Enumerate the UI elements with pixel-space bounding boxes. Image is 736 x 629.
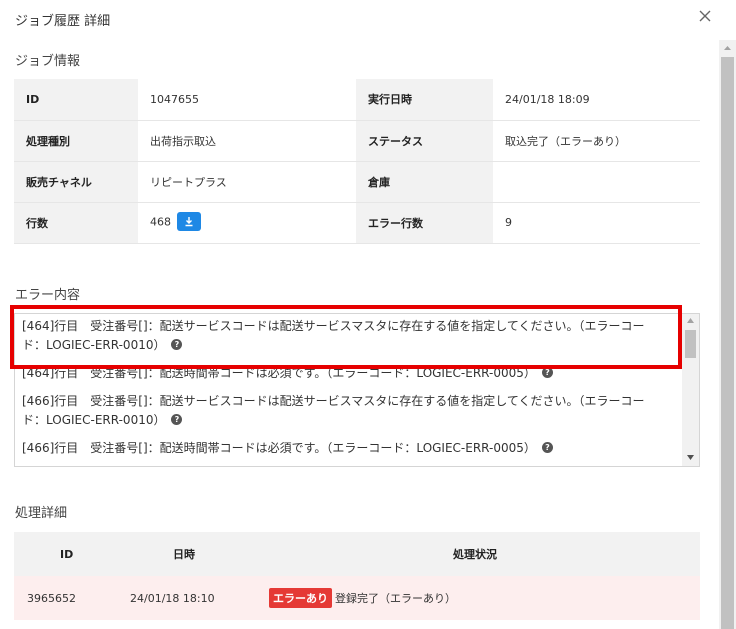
download-icon bbox=[185, 217, 193, 227]
scroll-thumb[interactable] bbox=[685, 330, 696, 358]
info-value: 取込完了（エラーあり） bbox=[493, 120, 700, 162]
info-value: 9 bbox=[493, 202, 700, 244]
help-icon[interactable]: ? bbox=[541, 442, 553, 453]
process-detail-table: ID 日時 処理状況 3965652 24/01/18 18:10 エラーあり登… bbox=[14, 532, 700, 620]
table-row: 処理種別 出荷指示取込 ステータス 取込完了（エラーあり） bbox=[14, 120, 700, 162]
info-key: 処理種別 bbox=[14, 120, 138, 162]
info-value: 24/01/18 18:09 bbox=[493, 79, 700, 121]
error-text-cont: ド：LOGIEC-ERR-0010） bbox=[22, 413, 166, 427]
error-list: [464]行目 受注番号[]：配送サービスコードは配送サービスマスタに存在する値… bbox=[15, 314, 682, 458]
info-value: 出荷指示取込 bbox=[138, 120, 356, 162]
scroll-up-arrow-icon[interactable] bbox=[687, 318, 694, 323]
table-header-row: ID 日時 処理状況 bbox=[14, 532, 700, 576]
error-item: [464]行目 受注番号[]：配送時間帯コードは必須です。（エラーコード：LOG… bbox=[15, 361, 682, 383]
error-text: [466]行目 受注番号[]：配送時間帯コードは必須です。（エラーコード：LOG… bbox=[22, 441, 536, 455]
dialog-title: ジョブ履歴 詳細 bbox=[15, 14, 111, 29]
info-key: ID bbox=[14, 79, 138, 121]
error-item: [464]行目 受注番号[]：配送サービスコードは配送サービスマスタに存在する値… bbox=[15, 314, 682, 355]
info-value: リピートプラス bbox=[138, 161, 356, 203]
column-header-datetime: 日時 bbox=[130, 532, 266, 576]
job-info-heading: ジョブ情報 bbox=[15, 54, 81, 69]
error-text: [464]行目 受注番号[]：配送サービスコードは配送サービスマスタに存在する値… bbox=[22, 319, 645, 333]
job-info-table: ID 1047655 実行日時 24/01/18 18:09 処理種別 出荷指示… bbox=[14, 79, 700, 244]
info-key: エラー行数 bbox=[356, 202, 493, 244]
info-key: 販売チャネル bbox=[14, 161, 138, 203]
info-key: 倉庫 bbox=[356, 161, 493, 203]
error-list-scrollbar[interactable] bbox=[682, 314, 699, 466]
info-key: ステータス bbox=[356, 120, 493, 162]
table-row: ID 1047655 実行日時 24/01/18 18:09 bbox=[14, 79, 700, 121]
process-id: 3965652 bbox=[14, 576, 130, 620]
scroll-down-arrow-icon[interactable] bbox=[687, 455, 694, 460]
scroll-up-arrow-icon[interactable] bbox=[719, 40, 736, 57]
info-value bbox=[493, 161, 700, 203]
table-row: 行数 468 エラー行数 9 bbox=[14, 202, 700, 244]
scroll-thumb[interactable] bbox=[721, 57, 734, 629]
error-item: [466]行目 受注番号[]：配送時間帯コードは必須です。（エラーコード：LOG… bbox=[15, 436, 682, 458]
close-icon[interactable] bbox=[697, 8, 713, 24]
column-header-status: 処理状況 bbox=[266, 532, 700, 576]
error-item: [466]行目 受注番号[]：配送サービスコードは配送サービスマスタに存在する値… bbox=[15, 389, 682, 430]
info-key: 行数 bbox=[14, 202, 138, 244]
help-icon[interactable]: ? bbox=[171, 339, 183, 350]
info-key: 実行日時 bbox=[356, 79, 493, 121]
error-text-cont: ド：LOGIEC-ERR-0010） bbox=[22, 338, 166, 352]
process-detail-heading: 処理詳細 bbox=[15, 506, 68, 521]
process-status: 登録完了（エラーあり） bbox=[335, 592, 456, 605]
column-header-id: ID bbox=[14, 532, 130, 576]
help-icon[interactable]: ? bbox=[171, 414, 183, 425]
error-text: [466]行目 受注番号[]：配送サービスコードは配送サービスマスタに存在する値… bbox=[22, 394, 645, 408]
info-value: 1047655 bbox=[138, 79, 356, 121]
info-value-cell: 468 bbox=[138, 202, 356, 244]
table-row: 3965652 24/01/18 18:10 エラーあり 登録完了（エラーあり） bbox=[14, 576, 700, 620]
error-content-heading: エラー内容 bbox=[15, 288, 81, 303]
dialog-scrollbar[interactable] bbox=[719, 40, 736, 629]
error-badge: エラーあり bbox=[269, 588, 332, 608]
help-icon[interactable]: ? bbox=[541, 367, 553, 378]
table-row: 販売チャネル リピートプラス 倉庫 bbox=[14, 161, 700, 203]
download-button[interactable] bbox=[177, 212, 201, 231]
row-count-value: 468 bbox=[150, 215, 171, 229]
process-datetime: 24/01/18 18:10 bbox=[130, 576, 266, 620]
error-text: [464]行目 受注番号[]：配送時間帯コードは必須です。（エラーコード：LOG… bbox=[22, 366, 536, 380]
error-list-box[interactable]: [464]行目 受注番号[]：配送サービスコードは配送サービスマスタに存在する値… bbox=[14, 313, 700, 467]
process-status-cell: エラーあり 登録完了（エラーあり） bbox=[266, 576, 700, 620]
